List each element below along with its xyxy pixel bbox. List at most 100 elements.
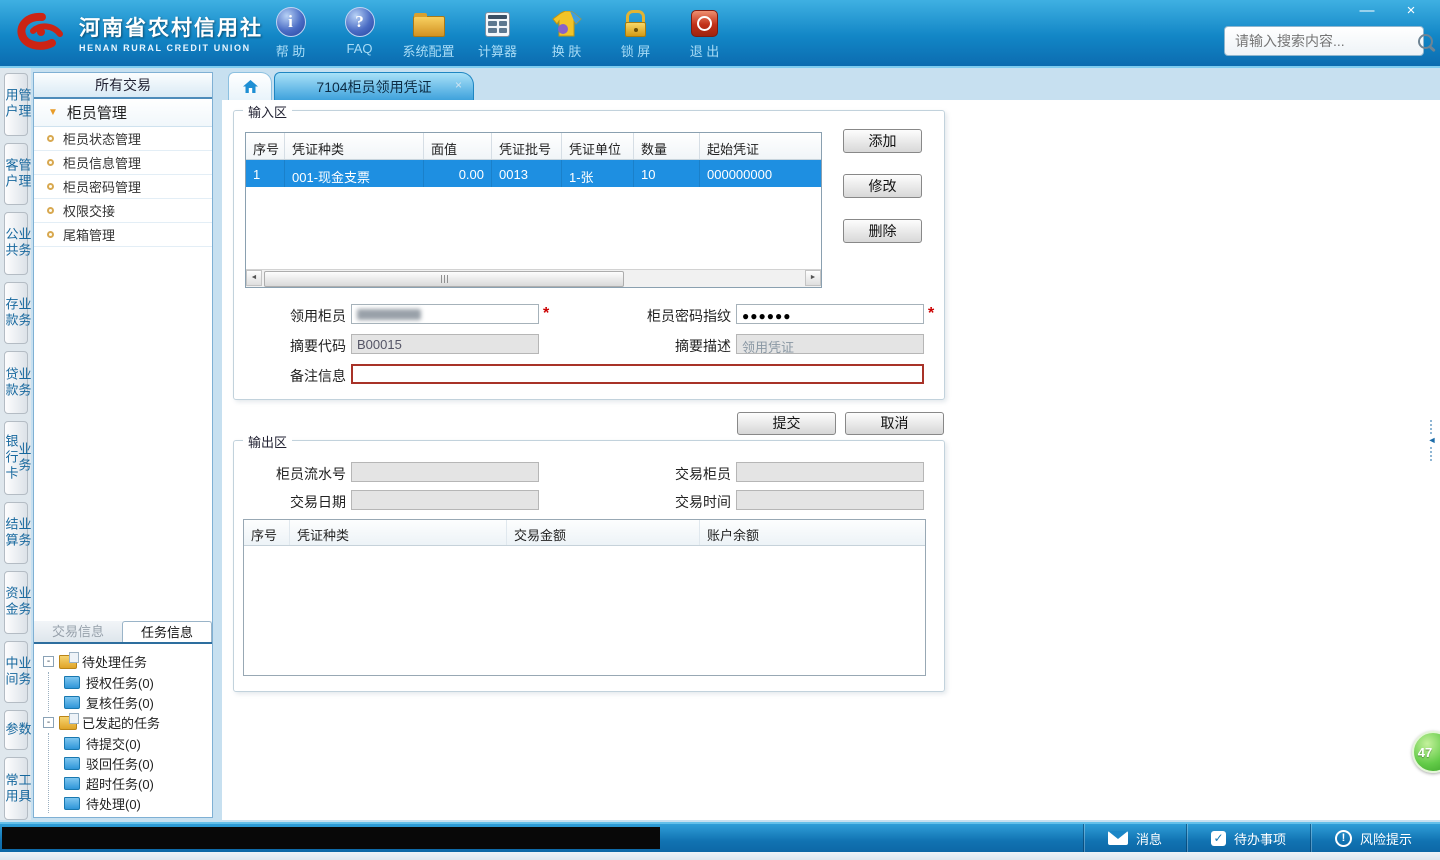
- scroll-right-icon[interactable]: ►: [805, 270, 821, 286]
- required-mark: *: [543, 305, 550, 322]
- folder-icon: [64, 675, 80, 689]
- teller-password-label: 柜员密码指纹: [647, 308, 731, 324]
- required-mark: *: [928, 305, 935, 322]
- todo-button[interactable]: ✓ 待办事项: [1187, 824, 1310, 852]
- sidebar-item-permission-handover[interactable]: 权限交接: [34, 199, 212, 223]
- tree-node-initiated-tasks[interactable]: - 已发起的任务: [43, 712, 160, 733]
- summary-desc-input: 领用凭证: [736, 334, 924, 354]
- sidebar-item-teller-password[interactable]: 柜员密码管理: [34, 175, 212, 199]
- tab-7104-teller-voucher[interactable]: 7104柜员领用凭证 ×: [274, 72, 474, 100]
- module-tab-customer-mgmt[interactable]: 客户管理: [3, 142, 32, 206]
- top-header: 河南省农村信用社 HENAN RURAL CREDIT UNION i 帮 助 …: [0, 0, 1440, 68]
- horizontal-scrollbar[interactable]: ◄ ►: [246, 269, 821, 287]
- home-tab[interactable]: [228, 72, 272, 100]
- sidebar-group-label: 柜员管理: [66, 105, 127, 122]
- sidebar-tab-all-transactions[interactable]: 所有交易: [34, 73, 212, 99]
- padlock-icon: [622, 10, 650, 37]
- sidebar-group-teller-management[interactable]: ▼ 柜员管理: [34, 99, 212, 127]
- module-tab-deposit-business[interactable]: 存款业务: [3, 281, 32, 345]
- tab-task-info[interactable]: 任务信息: [122, 621, 212, 642]
- tab-transaction-info[interactable]: 交易信息: [34, 621, 122, 642]
- tab-close-icon[interactable]: ×: [455, 79, 462, 91]
- output-table-header: 序号 凭证种类 交易金额 账户余额: [244, 520, 925, 546]
- module-tab-common-tools[interactable]: 常用工具: [3, 757, 32, 821]
- status-items: 消息 ✓ 待办事项 ! 风险提示: [1082, 824, 1436, 852]
- messages-button[interactable]: 消息: [1084, 824, 1186, 852]
- logo-text: 河南省农村信用社 HENAN RURAL CREDIT UNION: [79, 12, 263, 53]
- folder-icon: [64, 776, 80, 790]
- module-tab-settlement-business[interactable]: 结算业务: [3, 501, 32, 565]
- main-toolbar: i 帮 助 ? FAQ 系统配置 计算器 换 肤 锁 屏 退 出: [256, 7, 739, 60]
- module-tab-parameters[interactable]: 参数: [3, 710, 32, 751]
- collapse-expander-icon[interactable]: -: [43, 717, 54, 728]
- module-tab-funds-business[interactable]: 资金业务: [3, 571, 32, 634]
- module-tab-intermediate-business[interactable]: 中间业务: [3, 640, 32, 704]
- module-tab-bankcard-business[interactable]: 银行卡业务: [3, 420, 32, 495]
- tree-node-pending-tasks[interactable]: - 待处理任务: [43, 651, 160, 672]
- system-config-button[interactable]: 系统配置: [394, 7, 463, 60]
- change-skin-button[interactable]: 换 肤: [532, 7, 601, 60]
- folder-open-icon: [59, 712, 79, 730]
- scrollbar-thumb[interactable]: [264, 271, 624, 287]
- transaction-teller-label: 交易柜员: [675, 466, 731, 482]
- panel-collapse-handle[interactable]: ◄: [1425, 420, 1439, 466]
- system-config-icon: [412, 13, 445, 37]
- alert-icon: !: [1334, 829, 1352, 847]
- faq-button[interactable]: ? FAQ: [325, 7, 394, 60]
- help-button[interactable]: i 帮 助: [256, 7, 325, 60]
- main-content: 输入区 序号 凭证种类 面值 凭证批号 凭证单位 数量 起始凭证 1 001-现…: [222, 100, 1440, 820]
- cancel-button[interactable]: 取消: [845, 412, 944, 435]
- table-row-selected[interactable]: 1 001-现金支票 0.00 0013 1-张 10 000000000: [246, 160, 821, 187]
- module-tab-public-business[interactable]: 公共业务: [3, 212, 32, 275]
- submit-button[interactable]: 提交: [737, 412, 836, 435]
- remark-input[interactable]: [351, 364, 924, 384]
- tree-leaf-timeout-tasks[interactable]: 超时任务(0): [64, 773, 160, 793]
- sidebar-item-till-management[interactable]: 尾箱管理: [34, 223, 212, 247]
- summary-desc-label: 摘要描述: [675, 338, 731, 354]
- lock-screen-button[interactable]: 锁 屏: [601, 7, 670, 60]
- bullet-icon: [47, 183, 54, 190]
- output-area-panel: 输出区 柜员流水号 交易柜员 交易日期 交易时间 序号 凭证种类 交易金额 账户…: [233, 432, 945, 692]
- app-window: 河南省农村信用社 HENAN RURAL CREDIT UNION i 帮 助 …: [0, 0, 1440, 860]
- calculator-button[interactable]: 计算器: [463, 7, 532, 60]
- folder-icon: [64, 695, 80, 709]
- folder-icon: [64, 756, 80, 770]
- document-tab-bar: 7104柜员领用凭证 ×: [222, 70, 1440, 102]
- logo-title: 河南省农村信用社: [79, 16, 263, 40]
- home-icon: [242, 80, 258, 93]
- modify-button[interactable]: 修改: [843, 174, 922, 198]
- teller-serial-input: [351, 462, 539, 482]
- checkbox-icon: ✓: [1210, 830, 1226, 846]
- voucher-table: 序号 凭证种类 面值 凭证批号 凭证单位 数量 起始凭证 1 001-现金支票 …: [245, 132, 822, 288]
- task-tree: - 待处理任务 授权任务(0) 复核任务(0) - 已发起的任务 待提交(0) …: [43, 651, 160, 813]
- tree-leaf-authorization-tasks[interactable]: 授权任务(0): [64, 672, 160, 692]
- receiving-teller-label: 领用柜员: [290, 308, 346, 324]
- search-input[interactable]: [1233, 32, 1418, 50]
- tree-leaf-to-submit[interactable]: 待提交(0): [64, 733, 160, 753]
- delete-button[interactable]: 删除: [843, 219, 922, 243]
- receiving-teller-input[interactable]: [351, 304, 539, 324]
- teller-password-input[interactable]: ●●●●●●: [736, 304, 924, 324]
- bottom-strip: [0, 852, 1440, 860]
- risk-alert-button[interactable]: ! 风险提示: [1311, 824, 1436, 852]
- folder-open-icon: [59, 651, 79, 669]
- output-area-legend: 输出区: [243, 432, 293, 451]
- tree-leaf-pending[interactable]: 待处理(0): [64, 793, 160, 813]
- sidebar: 所有交易 ▼ 柜员管理 柜员状态管理 柜员信息管理 柜员密码管理 权限交接 尾箱…: [33, 72, 213, 818]
- bullet-icon: [47, 231, 54, 238]
- minimize-button[interactable]: —: [1354, 2, 1380, 19]
- module-tab-loan-business[interactable]: 贷款业务: [3, 351, 32, 414]
- envelope-icon: [1107, 831, 1128, 845]
- tree-leaf-review-tasks[interactable]: 复核任务(0): [64, 692, 160, 712]
- search-icon[interactable]: [1418, 33, 1433, 49]
- close-button[interactable]: ×: [1398, 2, 1424, 19]
- scroll-left-icon[interactable]: ◄: [246, 270, 262, 286]
- tree-leaf-rejected-tasks[interactable]: 驳回任务(0): [64, 753, 160, 773]
- collapse-expander-icon[interactable]: -: [43, 656, 54, 667]
- sidebar-item-teller-info[interactable]: 柜员信息管理: [34, 151, 212, 175]
- exit-button[interactable]: 退 出: [670, 7, 739, 60]
- module-tab-user-mgmt[interactable]: 用户管理: [3, 73, 32, 136]
- sidebar-item-teller-status[interactable]: 柜员状态管理: [34, 127, 212, 151]
- logo: 河南省农村信用社 HENAN RURAL CREDIT UNION: [14, 10, 263, 54]
- add-button[interactable]: 添加: [843, 129, 922, 153]
